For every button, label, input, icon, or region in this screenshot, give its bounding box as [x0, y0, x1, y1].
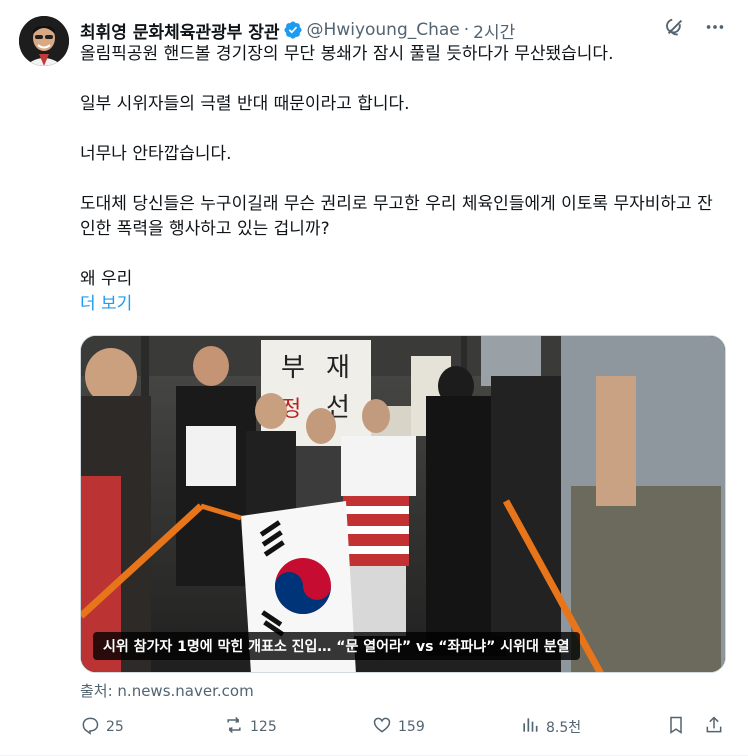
tweet-photo[interactable]: 부 재 선 정 시위 참가자 1명에 막힌 개표소 진입… “문 열어라” vs… — [80, 335, 726, 673]
like-button[interactable]: 159 — [372, 712, 425, 742]
repost-button[interactable]: 125 — [224, 712, 277, 742]
avatar[interactable] — [19, 16, 69, 66]
verified-badge-icon — [283, 20, 303, 40]
views-chart-icon — [520, 715, 540, 739]
repost-count: 125 — [250, 719, 277, 735]
tweet-text: 올림픽공원 핸드볼 경기장의 무단 봉쇄가 잠시 풀릴 듯하다가 무산됐습니다.… — [80, 42, 730, 317]
protest-photo-illustration: 부 재 선 정 — [81, 336, 725, 672]
tweet-card[interactable]: 최휘영 문화체육관광부 장관 @Hwiyoung_Chae · 2시간 올림픽공… — [0, 0, 748, 756]
header-icons — [664, 16, 726, 42]
like-count: 159 — [398, 719, 425, 735]
tweet-timestamp[interactable]: 2시간 — [473, 18, 515, 43]
grok-icon[interactable] — [664, 16, 686, 42]
tweet-paragraph: 올림픽공원 핸드볼 경기장의 무단 봉쇄가 잠시 풀릴 듯하다가 무산됐습니다. — [80, 44, 614, 64]
bookmark-button[interactable] — [666, 712, 686, 742]
svg-text:재: 재 — [326, 353, 350, 383]
bookmark-icon — [666, 715, 686, 739]
author-name[interactable]: 최휘영 문화체육관광부 장관 — [80, 18, 280, 43]
views-button[interactable]: 8.5천 — [520, 712, 581, 742]
tweet-paragraph: 너무나 안타깝습니다. — [80, 144, 232, 164]
more-options-icon[interactable] — [704, 16, 726, 42]
reply-icon — [80, 715, 100, 739]
repost-icon — [224, 715, 244, 739]
heart-icon — [372, 715, 392, 739]
action-bar: 25 125 159 8.5천 — [80, 712, 726, 742]
author-handle[interactable]: @Hwiyoung_Chae — [307, 20, 460, 40]
tweet-paragraph: 일부 시위자들의 극렬 반대 때문이라고 합니다. — [80, 94, 410, 114]
tweet-header: 최휘영 문화체육관광부 장관 @Hwiyoung_Chae · 2시간 — [80, 16, 728, 44]
share-button[interactable] — [704, 712, 724, 742]
reply-count: 25 — [106, 719, 124, 735]
tweet-paragraph: 왜 우리 — [80, 269, 133, 289]
separator-dot: · — [463, 20, 470, 40]
link-source[interactable]: 출처: n.news.naver.com — [80, 680, 254, 701]
show-more-link[interactable]: 더 보기 — [80, 292, 132, 317]
tweet-paragraph: 도대체 당신들은 누구이길래 무슨 권리로 무고한 우리 체육인들에게 이토록 … — [80, 194, 713, 239]
share-icon — [704, 715, 724, 739]
views-count: 8.5천 — [546, 720, 582, 736]
reply-button[interactable]: 25 — [80, 712, 124, 742]
photo-caption: 시위 참가자 1명에 막힌 개표소 진입… “문 열어라” vs “좌파냐” 시… — [93, 632, 580, 660]
svg-text:부: 부 — [281, 353, 305, 383]
